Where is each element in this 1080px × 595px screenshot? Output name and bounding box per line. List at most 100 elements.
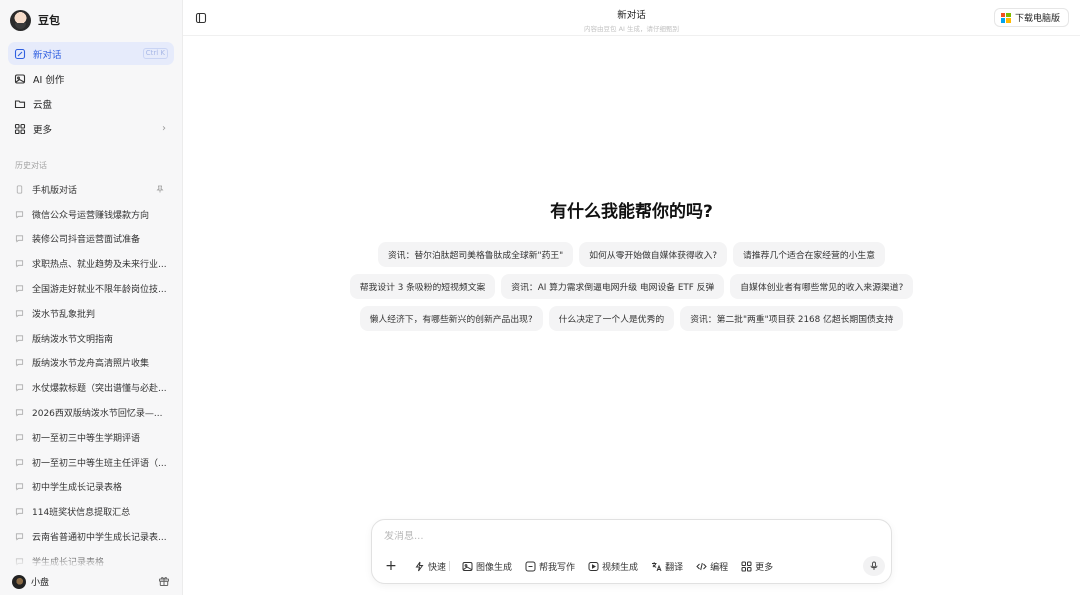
suggestion-chip[interactable]: 帮我设计 3 条吸粉的短视频文案: [349, 274, 496, 299]
chat-bubble-icon: [15, 334, 24, 343]
chat-bubble-icon: [15, 532, 24, 541]
suggestion-chip[interactable]: 什么决定了一个人是优秀的: [548, 306, 675, 331]
sidebar-item-label: 更多: [33, 124, 53, 136]
ai-disclaimer: 内容由豆包 AI 生成，请仔细甄别: [584, 25, 679, 33]
chat-bubble-icon: [15, 408, 24, 417]
toolbar-divider: [449, 561, 451, 571]
pin-icon[interactable]: [156, 185, 164, 193]
history-item[interactable]: 全国游走好就业不限年龄岗位技...: [8, 276, 174, 301]
chat-bubble-icon: [15, 458, 24, 467]
brand-name: 豆包: [38, 14, 60, 27]
voice-input-button[interactable]: [863, 556, 885, 576]
history-item-label: 泼水节乱象批判: [32, 309, 96, 320]
suggestion-chip[interactable]: 资讯：AI 算力需求倒逼电网升级 电网设备 ETF 反弹: [501, 274, 725, 299]
tool-label: 帮我写作: [539, 562, 576, 573]
history-item-label: 版纳泼水节龙舟高清照片收集: [32, 359, 150, 370]
welcome-headline: 有什么我能帮你的吗?: [550, 202, 713, 222]
conversation-title: 新对话: [617, 10, 646, 21]
history-list: 手机版对话 微信公众号运营赚钱爆款方向装修公司抖音运营面试准备求职热点、就业趋势及…: [0, 177, 182, 574]
app-window: 豆包 新对话 Ctrl K AI 创作 云盘 更多 › 历史对话 手机版对话 微…: [0, 0, 1080, 595]
history-item[interactable]: 版纳泼水节文明指南: [8, 326, 174, 351]
chat-bubble-icon: [15, 309, 24, 318]
sidebar-item-label: 云盘: [33, 99, 53, 111]
conversation-header: 新对话 内容由豆包 AI 生成，请仔细甄别: [183, 7, 1080, 33]
shortcut-badge: Ctrl K: [142, 48, 168, 59]
history-item[interactable]: 114班奖状信息提取汇总: [8, 499, 174, 524]
suggestion-chip[interactable]: 请推荐几个适合在家经营的小生意: [733, 242, 886, 267]
tool-bolt-button[interactable]: 快速: [414, 560, 446, 573]
history-item[interactable]: 求职热点、就业趋势及未来行业...: [8, 251, 174, 276]
grid-icon: [741, 561, 752, 572]
gift-icon[interactable]: [158, 575, 170, 587]
download-desktop-button[interactable]: 下载电脑版: [993, 8, 1069, 27]
tool-label: 图像生成: [476, 562, 513, 573]
code-icon: [696, 561, 707, 572]
windows-logo-icon: [1000, 12, 1011, 23]
sidebar-item-new-chat[interactable]: 新对话 Ctrl K: [8, 42, 174, 65]
suggestion-chip[interactable]: 资讯：替尔泊肽超司美格鲁肽成全球新"药王": [377, 242, 574, 267]
chat-bubble-icon: [15, 259, 24, 268]
video-icon: [588, 561, 599, 572]
suggestion-chip[interactable]: 资讯：第二批"两重"项目获 2168 亿超长期国债支持: [680, 306, 904, 331]
history-item[interactable]: 微信公众号运营赚钱爆款方向: [8, 202, 174, 227]
chat-bubble-icon: [15, 234, 24, 243]
chat-bubble-icon: [15, 507, 24, 516]
brand[interactable]: 豆包: [0, 0, 182, 40]
history-item-label: 版纳泼水节文明指南: [32, 334, 114, 345]
sidebar-item-cloud[interactable]: 云盘: [8, 92, 174, 115]
suggestion-chip[interactable]: 如何从零开始做自媒体获得收入?: [579, 242, 728, 267]
download-label: 下载电脑版: [1014, 14, 1060, 24]
chat-bubble-icon: [15, 210, 24, 219]
history-item-label: 初一至初三中等生学期评语: [32, 433, 141, 444]
history-item[interactable]: 初一至初三中等生学期评语: [8, 425, 174, 450]
edit-icon: [14, 48, 26, 60]
sidebar: 豆包 新对话 Ctrl K AI 创作 云盘 更多 › 历史对话 手机版对话 微…: [0, 0, 183, 595]
history-item-label: 初中学生成长记录表格: [32, 483, 123, 494]
tool-translate-button[interactable]: 翻译: [651, 560, 683, 573]
history-item[interactable]: 手机版对话: [8, 177, 174, 202]
suggestion-row: 懒人经济下，有哪些新兴的创新产品出现? 什么决定了一个人是优秀的 资讯：第二批"两重…: [183, 306, 1080, 331]
tool-label: 快速: [428, 562, 447, 573]
history-item[interactable]: 初一至初三中等生班主任评语（...: [8, 450, 174, 475]
tool-video-button[interactable]: 视频生成: [588, 560, 638, 573]
tool-grid-button[interactable]: 更多: [741, 560, 773, 573]
tool-label: 视频生成: [602, 562, 639, 573]
user-name: 小盘: [31, 578, 50, 588]
history-item[interactable]: 云南省普通初中学生成长记录表...: [8, 524, 174, 549]
history-item[interactable]: 版纳泼水节龙舟高清照片收集: [8, 351, 174, 376]
sidebar-item-ai-create[interactable]: AI 创作: [8, 67, 174, 90]
suggestion-chip[interactable]: 懒人经济下，有哪些新兴的创新产品出现?: [359, 306, 543, 331]
message-input[interactable]: [384, 531, 864, 542]
sidebar-item-more[interactable]: 更多 ›: [8, 117, 174, 140]
image-icon: [462, 561, 473, 572]
tool-pen-button[interactable]: 帮我写作: [525, 560, 575, 573]
history-item-label: 学生成长记录表格: [32, 557, 105, 568]
chevron-right-icon: ›: [162, 123, 166, 134]
message-composer: + 快速 图像生成 帮我写作 视频生成 翻译 编程 更多: [371, 519, 892, 584]
history-item-label: 114班奖状信息提取汇总: [32, 508, 131, 519]
user-bar[interactable]: 小盘: [0, 568, 182, 595]
suggestion-chip[interactable]: 自媒体创业者有哪些常见的收入来源渠道?: [730, 274, 914, 299]
grid-icon: [14, 123, 26, 135]
history-item[interactable]: 水仗爆款标题（突出谱懂与必赴...: [8, 375, 174, 400]
tool-code-button[interactable]: 编程: [696, 560, 728, 573]
tool-label: 编程: [710, 562, 729, 573]
history-item[interactable]: 初中学生成长记录表格: [8, 475, 174, 500]
composer-toolbar: + 快速 图像生成 帮我写作 视频生成 翻译 编程 更多: [382, 557, 786, 575]
history-item-label: 装修公司抖音运营面试准备: [32, 235, 141, 246]
pen-icon: [525, 561, 536, 572]
history-section-title: 历史对话: [15, 161, 47, 170]
add-attachment-button[interactable]: +: [382, 557, 400, 575]
chat-bubble-icon: [15, 358, 24, 367]
bolt-icon: [414, 561, 425, 572]
microphone-icon: [870, 561, 878, 570]
history-item-label: 2026西双版纳泼水节回忆录—...: [32, 409, 163, 420]
avatar[interactable]: [12, 574, 26, 589]
tool-label: 更多: [755, 562, 774, 573]
history-item[interactable]: 装修公司抖音运营面试准备: [8, 227, 174, 252]
tool-image-button[interactable]: 图像生成: [462, 560, 512, 573]
phone-icon: [15, 185, 24, 194]
image-icon: [14, 73, 26, 85]
history-item[interactable]: 2026西双版纳泼水节回忆录—...: [8, 400, 174, 425]
history-item[interactable]: 泼水节乱象批判: [8, 301, 174, 326]
